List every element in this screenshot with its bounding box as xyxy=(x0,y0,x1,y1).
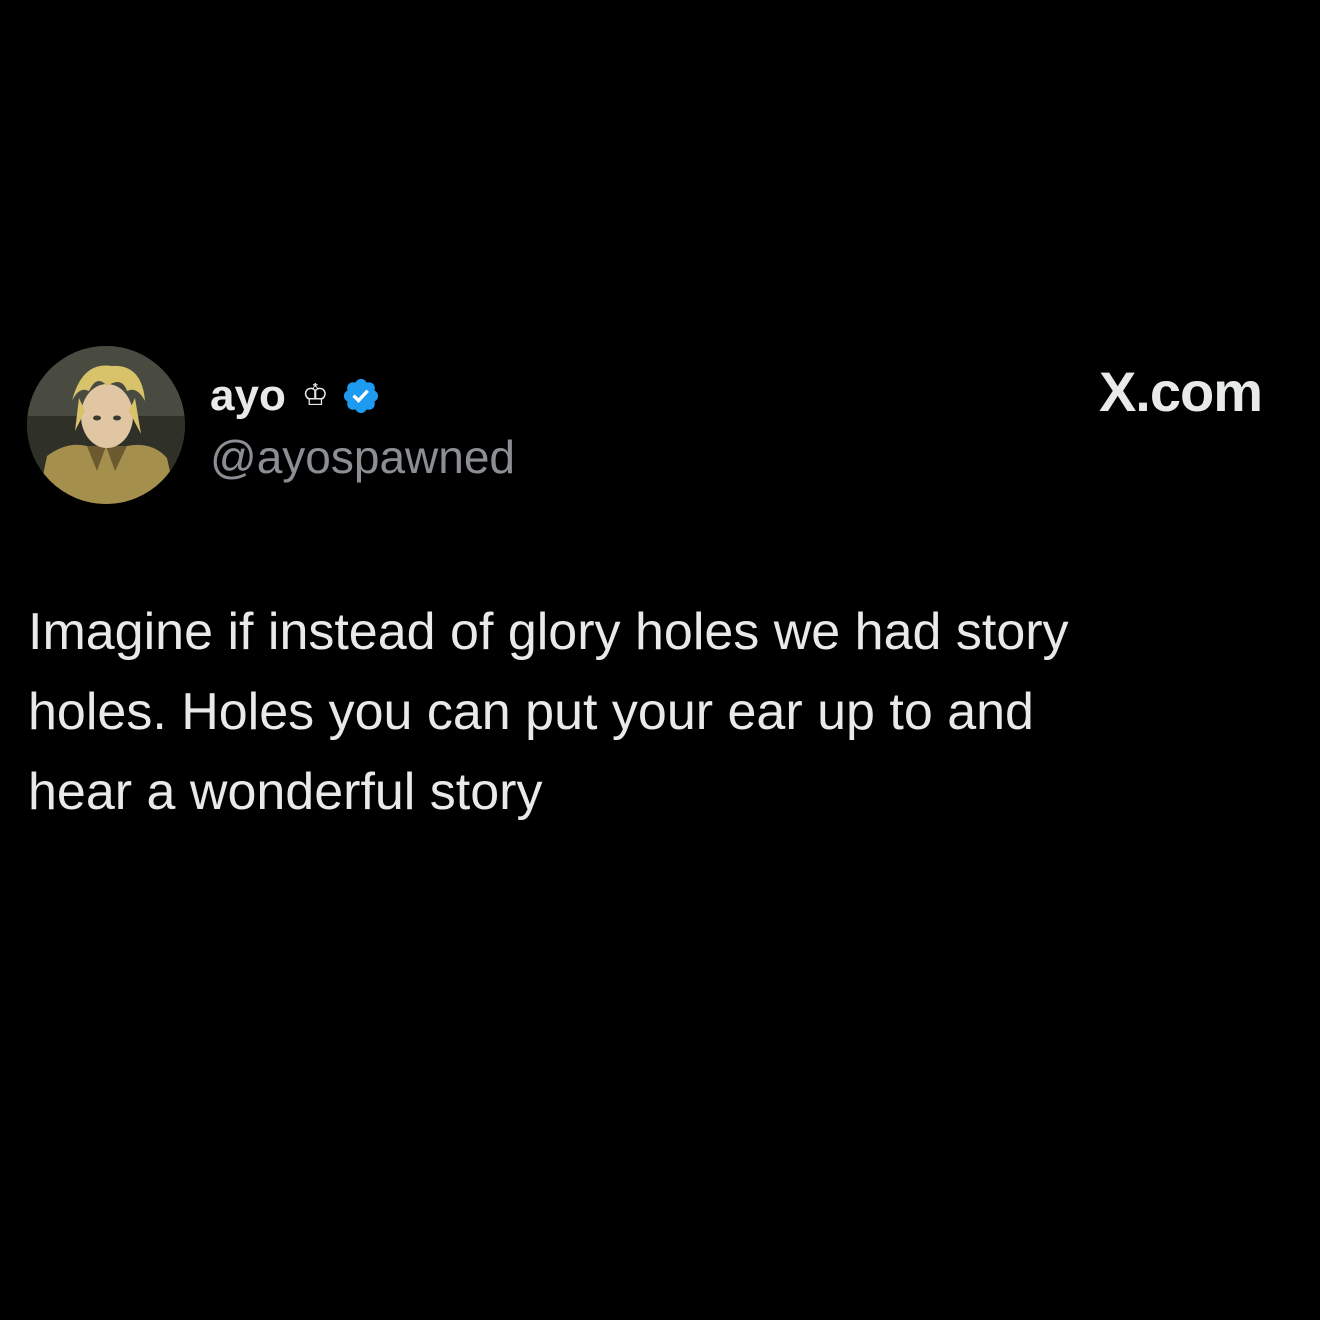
display-name[interactable]: ayo xyxy=(210,374,286,418)
crown-icon: ♔ xyxy=(301,378,329,413)
verified-badge-icon xyxy=(343,378,378,414)
user-handle[interactable]: @ayospawned xyxy=(210,430,515,485)
brand-logo: X.com xyxy=(1098,360,1263,423)
avatar-image xyxy=(27,346,185,504)
avatar[interactable] xyxy=(27,346,185,504)
display-name-row: ayo ♔ xyxy=(210,366,381,426)
tweet-text: Imagine if instead of glory holes we had… xyxy=(28,603,1069,821)
